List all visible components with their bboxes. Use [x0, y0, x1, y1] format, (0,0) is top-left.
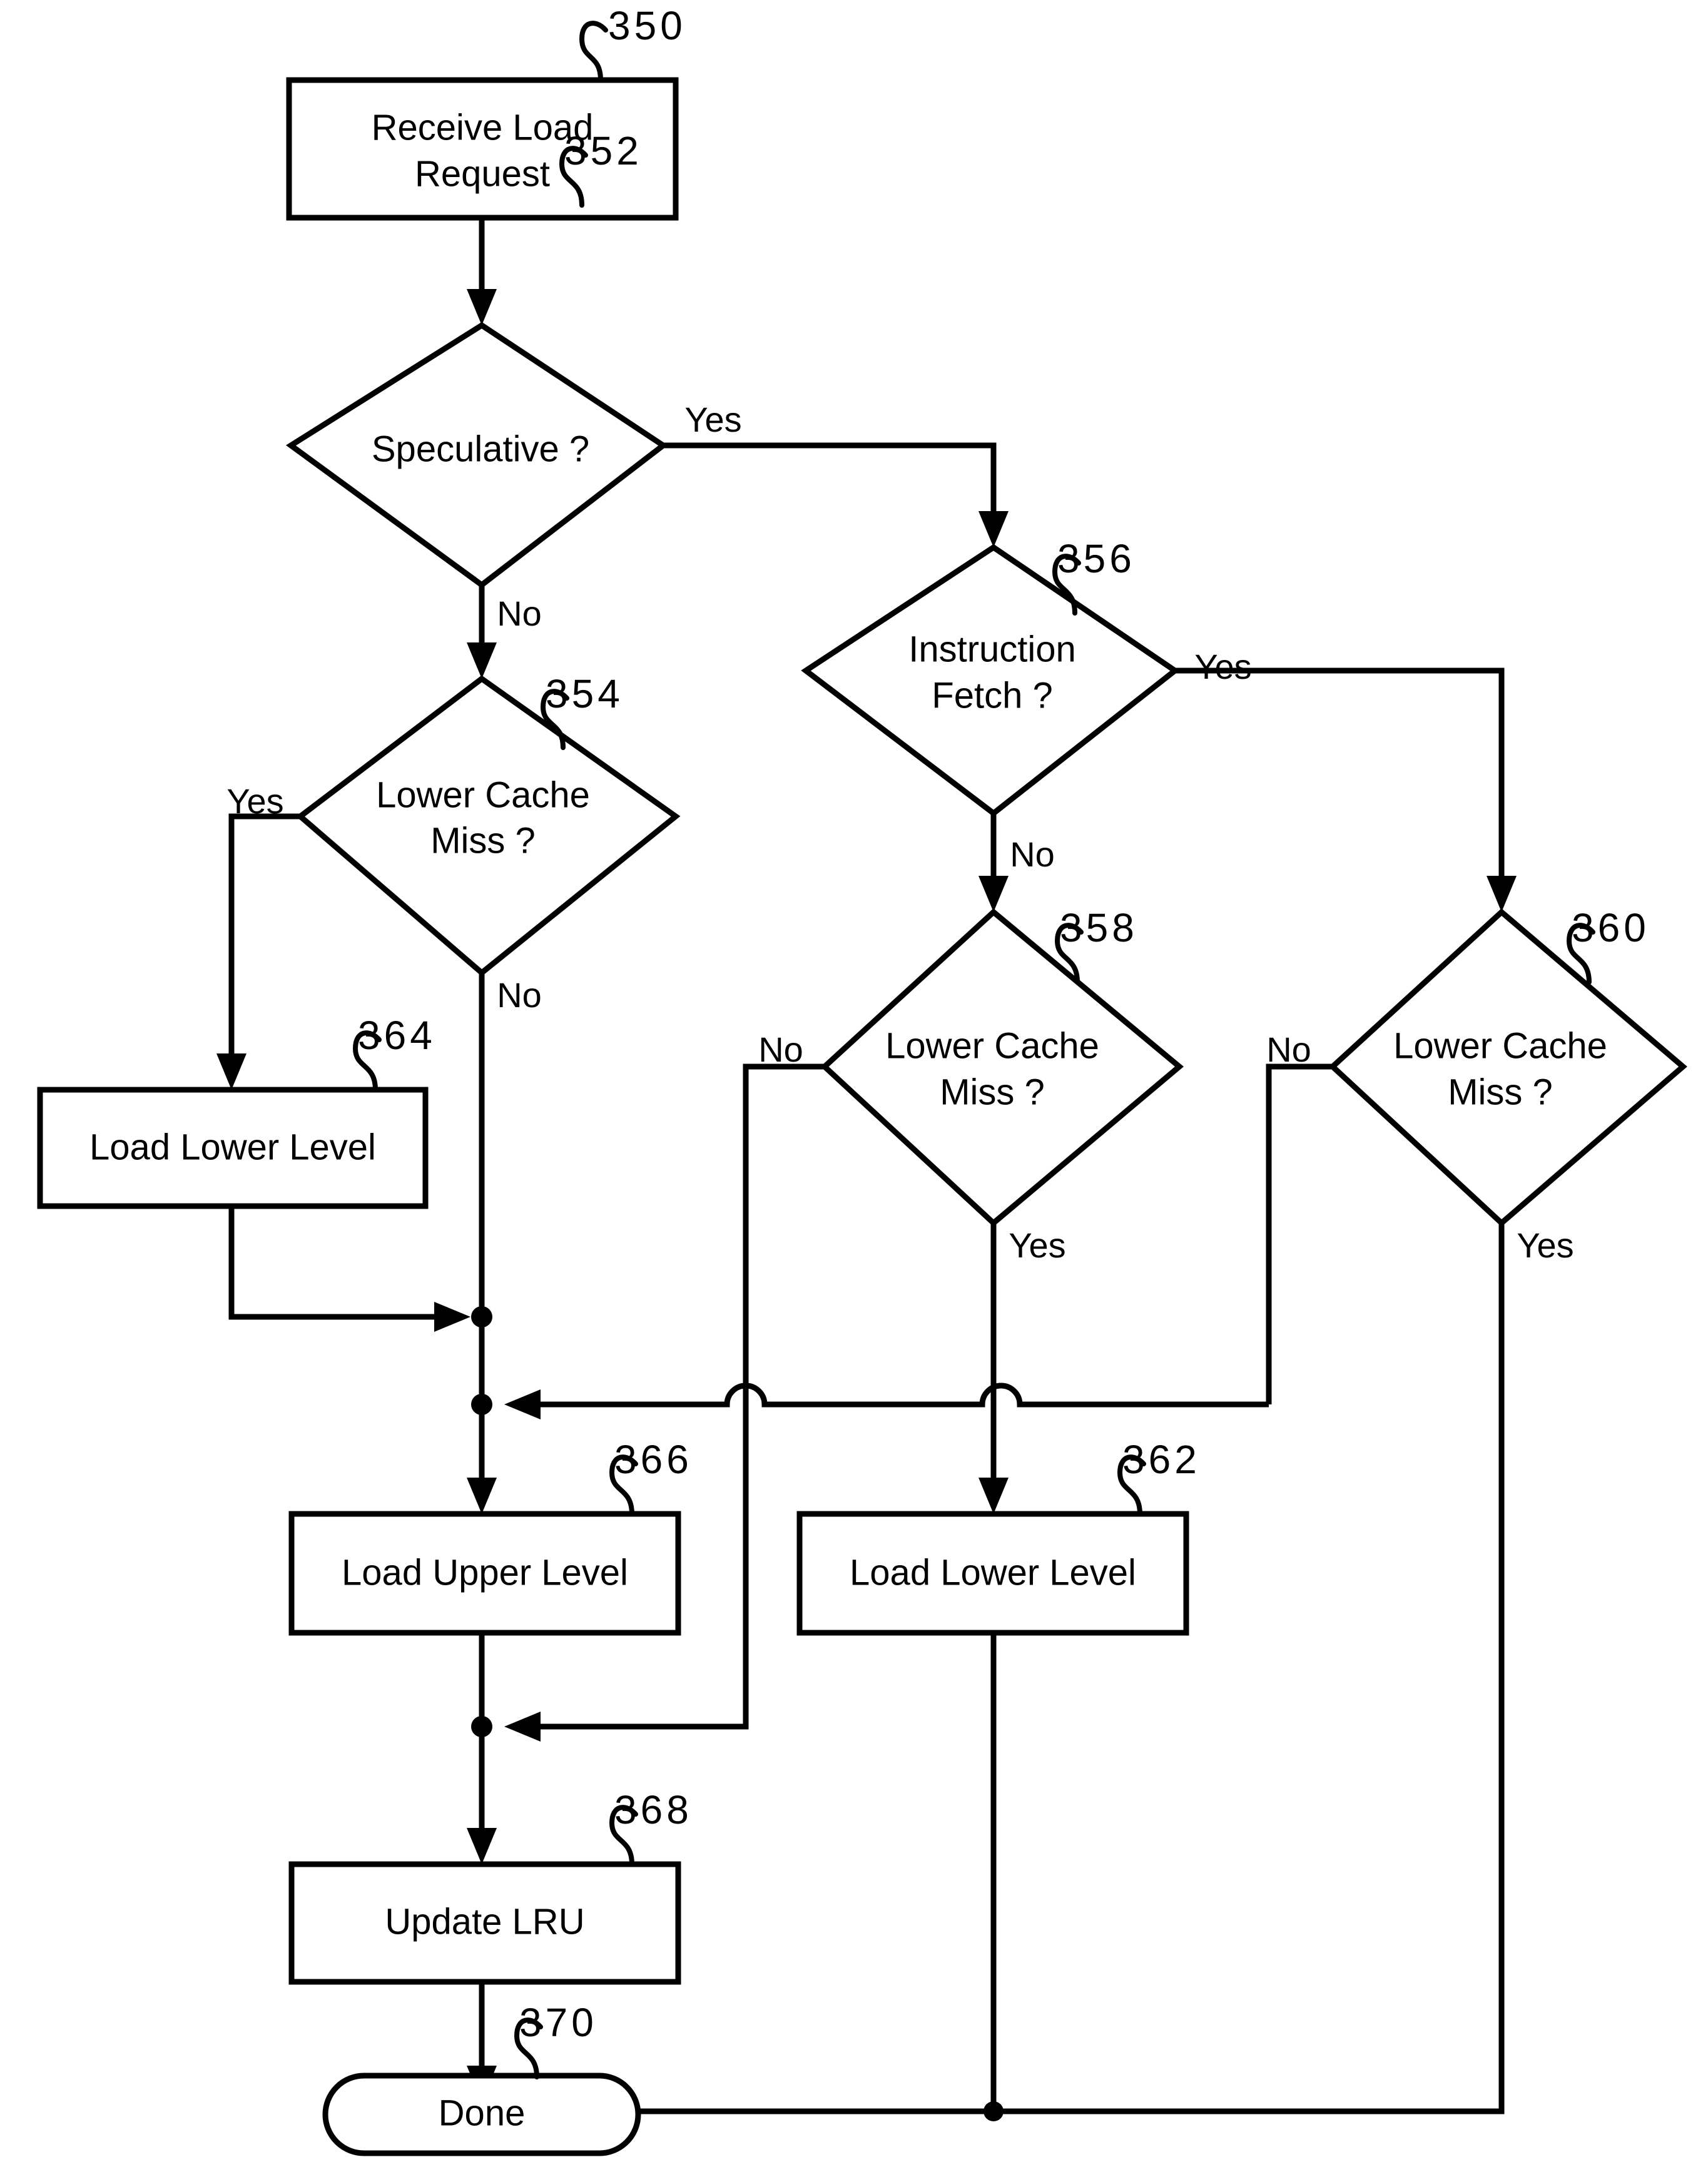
node-358-diamond — [820, 908, 1184, 1227]
leader-350 — [579, 21, 608, 83]
flowchart-diagram: Receive Load Request Speculative ? Lower… — [0, 0, 1708, 2177]
edge-label-352-yes: Yes — [684, 400, 741, 439]
junction-dot-merge3 — [471, 1716, 492, 1737]
edge-352yes-to-356 — [663, 442, 997, 529]
ref-360: 360 — [1572, 905, 1650, 950]
node-350-label-line1: Receive Load — [372, 107, 594, 148]
arrowhead-356no-358 — [979, 876, 1009, 912]
junction-dot-merge1 — [471, 1306, 492, 1327]
edge-356yes-to-360 — [1175, 667, 1505, 891]
ref-366: 366 — [614, 1437, 693, 1482]
junction-dot-merge2 — [471, 1394, 492, 1415]
ref-364: 364 — [358, 1013, 436, 1058]
node-370-label: Done — [439, 2093, 526, 2133]
edge-360no-to-bus — [1266, 1063, 1333, 1404]
edge-label-356-no: No — [1010, 835, 1055, 874]
node-360-label-line2: Miss ? — [1448, 1072, 1553, 1112]
arrowhead-352no-354 — [467, 642, 497, 679]
edge-label-352-no: No — [497, 594, 542, 633]
ref-370: 370 — [519, 2000, 597, 2045]
ref-362: 362 — [1122, 1437, 1201, 1482]
edge-label-354-no: No — [497, 975, 542, 1015]
arrowhead-358yes-362 — [979, 1478, 1009, 1514]
edge-358no-to-bus — [743, 1063, 825, 1404]
edge-label-358-yes: Yes — [1009, 1226, 1065, 1265]
ref-350: 350 — [608, 3, 686, 48]
ref-358: 358 — [1060, 905, 1138, 950]
flowchart-canvas: Receive Load Request Speculative ? Lower… — [37, 3, 1687, 2156]
junction-dot-bottom — [984, 2101, 1004, 2121]
node-360-label-line1: Lower Cache — [1393, 1025, 1607, 1066]
node-368-label: Update LRU — [385, 1901, 584, 1942]
node-358-label-line2: Miss ? — [940, 1072, 1045, 1112]
arrowhead-358no-merge3 — [504, 1712, 541, 1742]
arrowhead-bus-merge2 — [504, 1389, 541, 1419]
arrowhead-366-368 — [467, 1828, 497, 1864]
edge-364-to-merge1 — [228, 1206, 449, 1320]
arrowhead-350-352 — [467, 289, 497, 325]
edge-label-358-no: No — [758, 1030, 803, 1069]
ref-368: 368 — [614, 1787, 693, 1832]
edge-label-360-yes: Yes — [1517, 1226, 1573, 1265]
node-356-label-line1: Instruction — [908, 629, 1076, 669]
ref-356: 356 — [1057, 536, 1136, 581]
node-362-label: Load Lower Level — [850, 1552, 1136, 1593]
node-352-label-line1: Speculative ? — [372, 429, 589, 469]
ref-352: 352 — [564, 128, 643, 173]
arrowhead-to-366 — [467, 1478, 497, 1514]
node-366-label: Load Upper Level — [342, 1552, 628, 1593]
ref-354: 354 — [546, 671, 624, 716]
node-360-diamond — [1328, 908, 1687, 1227]
arrowhead-352yes-356 — [979, 511, 1009, 547]
arrowhead-354yes-364 — [216, 1053, 247, 1090]
edge-horizontal-merge-bus — [541, 1383, 1269, 1408]
arrowhead-364-merge1 — [434, 1302, 470, 1332]
node-358-label-line1: Lower Cache — [885, 1025, 1099, 1066]
node-350-label-line2: Request — [415, 153, 550, 194]
edge-label-360-no: No — [1266, 1030, 1311, 1069]
node-356-label-line2: Fetch ? — [932, 675, 1052, 716]
edge-label-356-yes: Yes — [1194, 647, 1251, 686]
edge-354yes-to-364 — [228, 813, 300, 1070]
node-354-label-line2: Miss ? — [430, 820, 536, 861]
node-364-label: Load Lower Level — [89, 1127, 376, 1167]
arrowhead-356yes-360 — [1487, 876, 1517, 912]
node-354-label-line1: Lower Cache — [376, 774, 590, 815]
edge-label-354-yes: Yes — [226, 781, 283, 821]
